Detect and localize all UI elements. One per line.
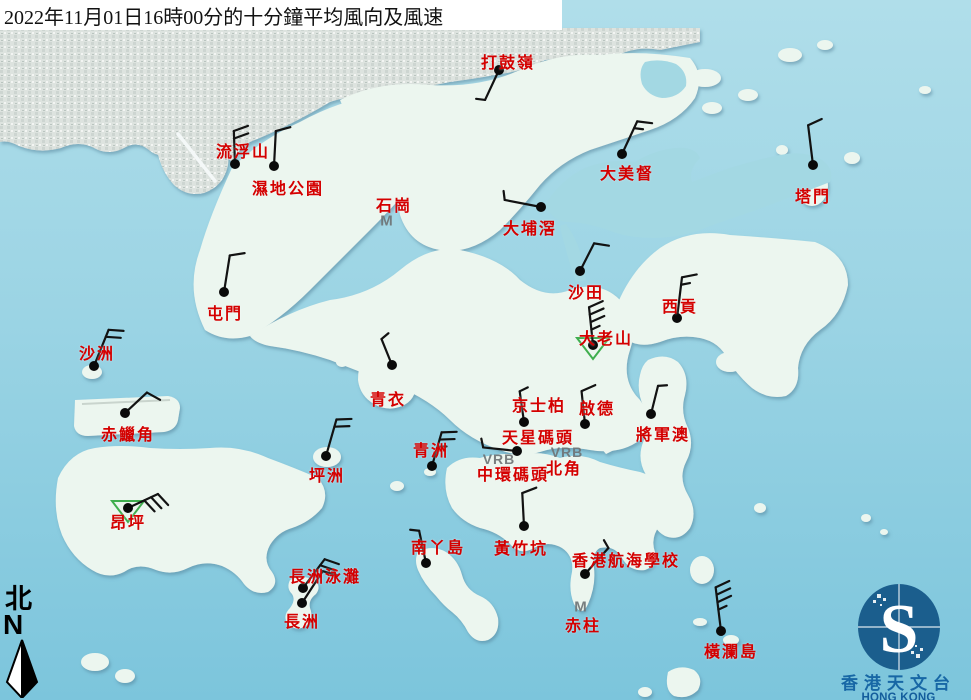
- compass: 北 N: [3, 586, 41, 700]
- station-label-lau-fau-shan[interactable]: 流浮山: [216, 138, 270, 162]
- map-title-text: 2022年11月01日16時00分的十分鐘平均風向及風速: [4, 1, 443, 30]
- station-label-tai-po-kau[interactable]: 大埔滘: [503, 215, 557, 239]
- station-status-shek-kong: M: [380, 213, 394, 230]
- station-label-green-island[interactable]: 青洲: [413, 437, 449, 461]
- station-label-cheung-chau-beach[interactable]: 長洲泳灘: [289, 563, 361, 587]
- station-label-kings-park[interactable]: 京士柏: [512, 392, 566, 416]
- station-label-tsing-yi[interactable]: 青衣: [370, 386, 406, 410]
- station-label-sai-kung[interactable]: 西貢: [662, 293, 698, 317]
- station-label-ngong-ping[interactable]: 昂坪: [110, 509, 146, 533]
- station-label-tates-cairn[interactable]: 大老山: [579, 325, 633, 349]
- hko-name-chinese: 香港天文台: [826, 676, 971, 692]
- map-title: 2022年11月01日16時00分的十分鐘平均風向及風速: [0, 0, 562, 30]
- hko-logo: S 香港天文台 HONG KONG OBSERVATORY: [826, 582, 971, 700]
- station-label-chek-lap-kok[interactable]: 赤鱲角: [101, 421, 155, 445]
- hko-emblem-icon: S: [853, 582, 945, 674]
- station-label-tai-mei-tuk[interactable]: 大美督: [600, 160, 654, 184]
- station-label-sha-tin[interactable]: 沙田: [568, 279, 604, 303]
- compass-north-letter: N: [3, 612, 41, 638]
- station-status-north-point: VRB: [551, 444, 584, 460]
- station-label-kai-tak[interactable]: 啟德: [579, 395, 615, 419]
- station-label-wong-chuk-hang[interactable]: 黃竹坑: [494, 535, 548, 559]
- station-label-ta-kwu-ling[interactable]: 打鼓嶺: [481, 49, 535, 73]
- station-label-stanley[interactable]: 赤柱: [565, 612, 601, 636]
- station-label-cheung-chau[interactable]: 長洲: [284, 608, 320, 632]
- north-arrow-icon: [3, 638, 41, 698]
- station-label-sea-school[interactable]: 香港航海學校: [572, 547, 680, 571]
- station-label-peng-chau[interactable]: 坪洲: [309, 462, 345, 486]
- wind-map-app: 打鼓嶺流浮山濕地公園石崗M大美督塔門大埔滘沙田西貢沙洲屯門青衣赤鱲角坪洲昂坪大老…: [0, 0, 971, 700]
- station-label-sha-chau[interactable]: 沙洲: [79, 340, 115, 364]
- svg-text:S: S: [879, 591, 918, 668]
- station-label-tap-mun[interactable]: 塔門: [795, 183, 831, 207]
- station-label-tuen-mun[interactable]: 屯門: [207, 300, 243, 324]
- station-status-central-pier: VRB: [483, 451, 516, 467]
- station-status-stanley: M: [574, 599, 588, 616]
- hko-name-english: HONG KONG OBSERVATORY: [826, 692, 971, 700]
- station-label-lamma-island[interactable]: 南丫島: [411, 534, 465, 558]
- station-label-tseung-kwan-o[interactable]: 將軍澳: [636, 421, 690, 445]
- station-label-wetland-park[interactable]: 濕地公園: [252, 175, 324, 199]
- station-label-waglan-island[interactable]: 橫瀾島: [704, 638, 758, 662]
